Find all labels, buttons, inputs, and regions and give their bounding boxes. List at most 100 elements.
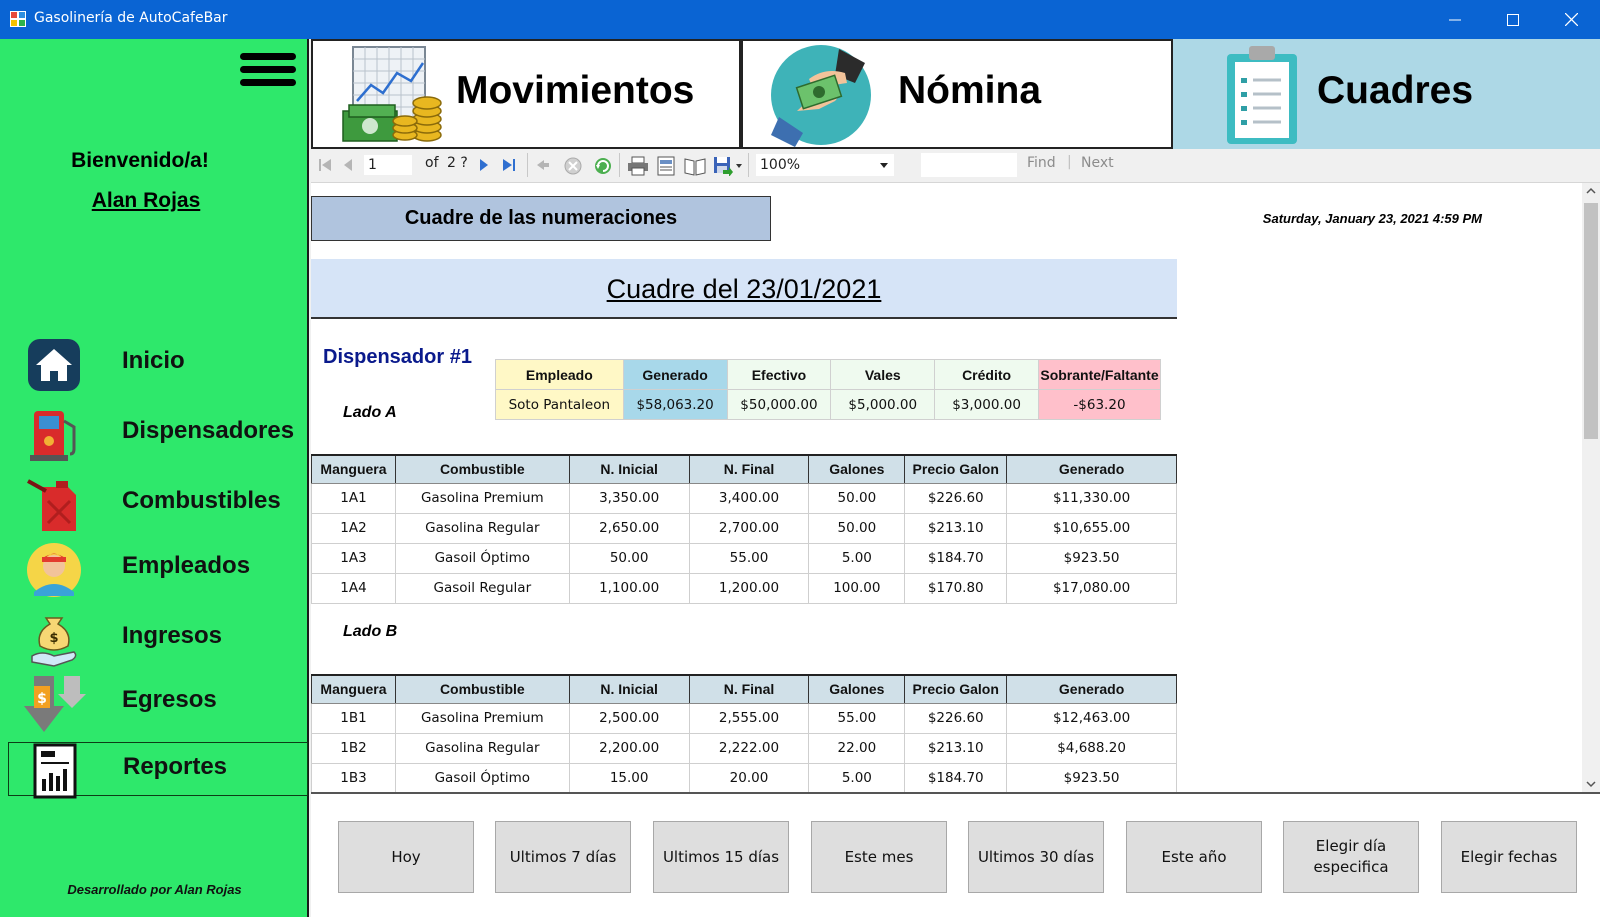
table-row: 1A3 Gasoil Óptimo 50.00 55.00 5.00 $184.70 $92… (311, 542, 1177, 574)
tab-nomina[interactable]: Nómina (741, 39, 1173, 149)
tab-movimientos[interactable]: Movimientos (311, 39, 741, 149)
sidebar-item-label: Reportes (123, 753, 228, 780)
column-header: N. Inicial (568, 674, 690, 704)
table-cell: Gasolina Premium (394, 482, 570, 514)
filter-last-7-days-button[interactable]: Ultimos 7 días (495, 821, 631, 893)
filter-last-15-days-button[interactable]: Ultimos 15 días (653, 821, 789, 893)
table-cell: 5.00 (808, 762, 906, 792)
find-link[interactable]: Find (1027, 155, 1056, 171)
table-cell: $226.60 (904, 702, 1008, 734)
first-page-icon[interactable] (317, 156, 333, 174)
summary-cell: $3,000.00 (934, 389, 1039, 420)
last-page-icon[interactable] (501, 156, 517, 174)
user-name-link[interactable]: Alan Rojas (0, 189, 292, 213)
table-cell: 55.00 (688, 542, 810, 574)
next-link[interactable]: Next (1081, 155, 1114, 171)
zoom-select[interactable]: 100% (755, 153, 895, 177)
close-button[interactable] (1542, 0, 1600, 39)
filter-last-30-days-button[interactable]: Ultimos 30 días (968, 821, 1104, 893)
summary-header: Generado (622, 359, 728, 390)
sidebar-item-label: Egresos (122, 686, 217, 713)
filter-this-month-button[interactable]: Este mes (811, 821, 947, 893)
report-scrollbar[interactable] (1582, 183, 1600, 792)
toolbar-separator (527, 153, 528, 177)
column-header: Combustible (394, 454, 570, 484)
report-viewer: Cuadre de las numeraciones Saturday, Jan… (311, 183, 1582, 792)
table-cell: 1A4 (311, 572, 396, 604)
table-cell: $213.10 (904, 732, 1008, 764)
sidebar-item-ingresos[interactable]: $ Ingresos (8, 612, 308, 667)
find-input[interactable] (921, 153, 1017, 177)
table-cell: 1,200.00 (688, 572, 810, 604)
maximize-button[interactable] (1484, 0, 1542, 39)
table-row: 1B2 Gasolina Regular 2,200.00 2,222.00 22.00… (311, 732, 1177, 764)
table-cell: $17,080.00 (1006, 572, 1177, 604)
hamburger-menu-icon[interactable] (240, 53, 296, 93)
table-cell: 3,350.00 (568, 482, 690, 514)
table-cell: 1B3 (311, 762, 396, 792)
developer-credit: Desarrollado por Alan Rojas (67, 882, 242, 897)
sidebar-item-inicio[interactable]: Inicio (8, 337, 308, 391)
column-header: Generado (1006, 674, 1177, 704)
table-cell: 2,650.00 (568, 512, 690, 544)
refresh-icon[interactable] (593, 156, 613, 176)
employee-icon (27, 543, 81, 597)
page-total-label: 2 ? (447, 155, 468, 171)
print-layout-icon[interactable] (656, 156, 676, 176)
export-icon[interactable] (713, 156, 743, 176)
sidebar-item-egresos[interactable]: $ Egresos (8, 676, 308, 732)
summary-header: Empleado (495, 359, 624, 390)
sidebar-item-reportes[interactable]: Reportes (8, 742, 308, 799)
table-cell: 1B2 (311, 732, 396, 764)
table-cell: $213.10 (904, 512, 1008, 544)
sidebar-item-label: Inicio (122, 347, 185, 374)
filter-pick-day-button[interactable]: Elegir día especifica (1283, 821, 1419, 893)
chart-money-icon (342, 46, 442, 142)
tab-cuadres[interactable]: Cuadres (1173, 39, 1600, 149)
table-cell: 1A3 (311, 542, 396, 574)
table-cell: 55.00 (808, 702, 906, 734)
table-cell: $10,655.00 (1006, 512, 1177, 544)
table-cell: 15.00 (568, 762, 690, 792)
table-row: 1A2 Gasolina Regular 2,650.00 2,700.00 50.00… (311, 512, 1177, 544)
app-window: Gasolinería de AutoCafeBar Bienvenido/a!… (0, 0, 1600, 917)
next-page-icon[interactable] (477, 156, 491, 174)
table-cell: 50.00 (568, 542, 690, 574)
minimize-button[interactable] (1426, 0, 1484, 39)
table-cell: Gasolina Regular (394, 512, 570, 544)
column-header: N. Final (688, 454, 810, 484)
sidebar-item-combustibles[interactable]: Combustibles (8, 477, 308, 531)
sidebar-item-empleados[interactable]: Empleados (8, 542, 308, 597)
summary-cell: $50,000.00 (726, 389, 832, 420)
svg-text:$: $ (49, 631, 58, 646)
table-cell: $184.70 (904, 762, 1008, 792)
scroll-down-icon[interactable] (1586, 780, 1596, 788)
sidebar-item-dispensadores[interactable]: Dispensadores (8, 407, 308, 461)
summary-header-row: Empleado Generado Efectivo Vales Crédito… (495, 359, 1162, 390)
report-title: Cuadre de las numeraciones (311, 196, 771, 241)
scroll-up-icon[interactable] (1586, 187, 1596, 195)
filter-pick-dates-button[interactable]: Elegir fechas (1441, 821, 1577, 893)
page-number-input[interactable]: 1 (363, 154, 413, 176)
toolbar-separator (619, 153, 620, 177)
stop-icon[interactable] (563, 156, 583, 176)
zoom-value: 100% (760, 157, 801, 173)
lado-a-label: Lado A (343, 404, 397, 421)
table-cell: Gasoil Óptimo (394, 762, 570, 792)
filter-today-button[interactable]: Hoy (338, 821, 474, 893)
table-cell: 1A2 (311, 512, 396, 544)
summary-cell: -$63.20 (1037, 389, 1162, 420)
scrollbar-thumb[interactable] (1584, 203, 1598, 439)
date-filter-bar: Hoy Ultimos 7 días Ultimos 15 días Este … (311, 792, 1600, 917)
report-toolbar: 1 of 2 ? 100% Find | Next (311, 149, 1600, 183)
print-icon[interactable] (627, 156, 649, 176)
table-cell: 100.00 (808, 572, 906, 604)
previous-page-icon[interactable] (341, 156, 355, 174)
table-row: 1B1 Gasolina Premium 2,500.00 2,555.00 55.00… (311, 702, 1177, 734)
tab-label: Movimientos (456, 69, 695, 112)
table-cell: 2,555.00 (688, 702, 810, 734)
payroll-icon (771, 45, 871, 147)
page-setup-icon[interactable] (684, 156, 706, 176)
filter-this-year-button[interactable]: Este año (1126, 821, 1262, 893)
back-icon[interactable] (535, 156, 551, 174)
